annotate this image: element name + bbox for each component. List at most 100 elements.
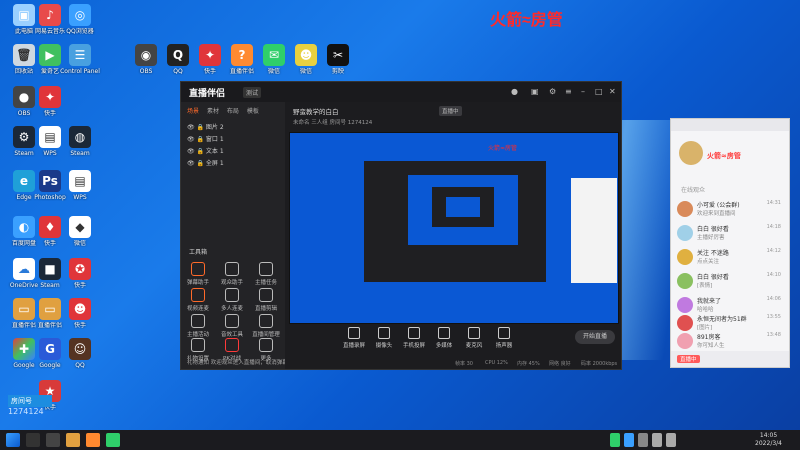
message-icon[interactable]: ▣: [531, 87, 539, 96]
tool-audience[interactable]: 观众助手: [217, 262, 247, 286]
tool-video-link[interactable]: 视频连麦: [183, 288, 213, 312]
source-label: 窗口 1: [205, 136, 224, 143]
wifi-icon[interactable]: [652, 433, 662, 447]
live-badge: 直播中: [677, 355, 700, 363]
desktop-icon[interactable]: ☰ Control Panel: [58, 44, 102, 75]
start-live-button[interactable]: 开始直播: [575, 330, 615, 344]
tool-sound[interactable]: 音效工具: [217, 314, 247, 338]
avatar-icon[interactable]: ●: [511, 87, 518, 96]
desktop-icon[interactable]: ◎ QQ浏览器: [58, 4, 102, 35]
toolbox-title: 工具箱: [189, 249, 208, 256]
phone-cast-button[interactable]: 手机投屏: [401, 327, 427, 349]
speaker-icon: [498, 327, 510, 339]
folder-icon[interactable]: [66, 433, 80, 447]
desktop-icon[interactable]: ☺ QQ: [58, 338, 102, 369]
control-label: 直播录屏: [342, 343, 365, 349]
app-icon: ☻: [69, 298, 91, 320]
camera-button[interactable]: 摄像头: [371, 327, 397, 349]
tab-material[interactable]: 素材: [207, 108, 219, 115]
desktop-icon[interactable]: ▤ WPS: [58, 170, 102, 201]
sound-icon: [225, 314, 239, 328]
video-link-icon: [191, 288, 205, 302]
status-memory: 内存 45%: [517, 361, 540, 367]
desktop-icon[interactable]: ✦ 快手: [28, 86, 72, 117]
tool-multi-link[interactable]: 多人连麦: [217, 288, 247, 312]
desktop-icon[interactable]: ✂ 剪映: [316, 44, 360, 75]
app-icon: ✪: [69, 258, 91, 280]
activity-icon: [191, 314, 205, 328]
stream-preview[interactable]: 火箭≈房管: [289, 132, 619, 324]
tray-icon[interactable]: [610, 433, 620, 447]
desktop-icon[interactable]: ☻ 快手: [58, 298, 102, 329]
clip-icon: [259, 288, 273, 302]
tool-clip[interactable]: 直播剪辑: [251, 288, 281, 312]
control-label: 多媒体: [435, 343, 453, 349]
chat-item[interactable]: 白白 很好看 主播好厉害 14:18: [677, 223, 783, 245]
app-icon: ✦: [39, 86, 61, 108]
avatar: [677, 201, 693, 217]
chat-item[interactable]: 891房客 你可知人生 13:48: [677, 331, 783, 353]
tool-room-manage[interactable]: 直播间管理: [251, 314, 281, 338]
desktop: 火箭≈房管 ▣ 此电脑 ♪ 网易云音乐 ◎ QQ浏览器 🗑 回收站 ▶ 爱奇艺 ☰ Cont…: [0, 0, 800, 430]
control-label: 手机投屏: [402, 343, 425, 349]
start-icon[interactable]: [6, 433, 20, 447]
tray-icon[interactable]: [624, 433, 634, 447]
tool-label: 弹幕助手: [186, 280, 209, 286]
source-item[interactable]: 👁 🔒 窗口 1: [187, 134, 224, 143]
group-title: 火箭≈房管: [707, 152, 741, 160]
source-item[interactable]: 👁 🔒 文本 1: [187, 146, 224, 155]
wechat-icon[interactable]: [106, 433, 120, 447]
room-icon: [259, 314, 273, 328]
task-view-icon[interactable]: [46, 433, 60, 447]
system-clock[interactable]: 14:05 2022/3/4: [755, 432, 782, 448]
tray-icon[interactable]: [638, 433, 648, 447]
wechat-icon: ✉: [263, 44, 285, 66]
search-icon[interactable]: [26, 433, 40, 447]
chat-item[interactable]: 小可爱 (公会群) 欢迎来到直播间 14:31: [677, 199, 783, 221]
tab-scene[interactable]: 场景: [187, 108, 199, 115]
settings-icon[interactable]: ⚙: [549, 87, 556, 96]
desktop-icon[interactable]: ✪ 快手: [58, 258, 102, 289]
minimize-icon[interactable]: –: [581, 87, 585, 96]
chat-name: 我就来了: [697, 298, 722, 305]
desktop-icon[interactable]: ◆ 微信: [58, 216, 102, 247]
app-icon: ✦: [199, 44, 221, 66]
live-icon[interactable]: [86, 433, 100, 447]
control-label: 扬声器: [495, 343, 513, 349]
tool-danmu[interactable]: 弹幕助手: [183, 262, 213, 286]
chat-item[interactable]: 关注 不迷路 点点关注 14:12: [677, 247, 783, 269]
screen-record-button[interactable]: 直播录屏: [341, 327, 367, 349]
danmu-icon: [191, 262, 205, 276]
chat-item[interactable]: 白白 很好看 [表情] 14:10: [677, 271, 783, 293]
tool-task[interactable]: 主播任务: [251, 262, 281, 286]
left-panel: 场景 素材 布局 模板 👁 🔒 图片 2 👁 🔒 窗口 1 👁 🔒 文本 1 👁…: [181, 102, 288, 369]
notice-bar: 礼物通知 欢迎观众进入直播间，取消弹幕: [187, 360, 288, 366]
taskbar: 14:05 2022/3/4: [0, 430, 800, 450]
browser-icon: ◎: [69, 4, 91, 26]
nested-window: [364, 161, 546, 282]
multi-link-icon: [225, 288, 239, 302]
avatar: [677, 315, 693, 331]
source-label: 全屏 1: [205, 160, 224, 167]
live-companion-window[interactable]: 直播伴侣 测试 ● ▣ ⚙ ≡ – □ ✕ 场景 素材 布局 模板 👁 🔒 图片…: [180, 81, 622, 370]
stream-watermark: 火箭≈房管: [490, 12, 563, 29]
source-item[interactable]: 👁 🔒 图片 2: [187, 122, 224, 131]
tab-layout[interactable]: 布局: [227, 108, 239, 115]
chat-titlebar[interactable]: [671, 119, 789, 131]
media-button[interactable]: 多媒体: [431, 327, 457, 349]
source-item[interactable]: 👁 🔒 全屏 1: [187, 158, 224, 167]
chat-bottom-bar: 直播中: [671, 351, 789, 367]
microphone-button[interactable]: 麦克风: [461, 327, 487, 349]
tool-label: 观众助手: [220, 280, 243, 286]
volume-icon[interactable]: [666, 433, 676, 447]
close-icon[interactable]: ✕: [609, 87, 616, 96]
tab-template[interactable]: 模板: [247, 108, 259, 115]
tool-activity[interactable]: 主播活动: [183, 314, 213, 338]
menu-icon[interactable]: ≡: [565, 87, 572, 96]
app-logo: 直播伴侣: [189, 88, 226, 98]
window-titlebar[interactable]: 直播伴侣 测试 ● ▣ ⚙ ≡ – □ ✕: [181, 82, 621, 102]
chat-window[interactable]: 火箭≈房管 在线观众 小可爱 (公会群) 欢迎来到直播间 14:31 白白 很好看主…: [670, 118, 790, 368]
desktop-icon[interactable]: ◍ Steam: [58, 126, 102, 157]
speaker-button[interactable]: 扬声器: [491, 327, 517, 349]
maximize-icon[interactable]: □: [595, 87, 603, 96]
